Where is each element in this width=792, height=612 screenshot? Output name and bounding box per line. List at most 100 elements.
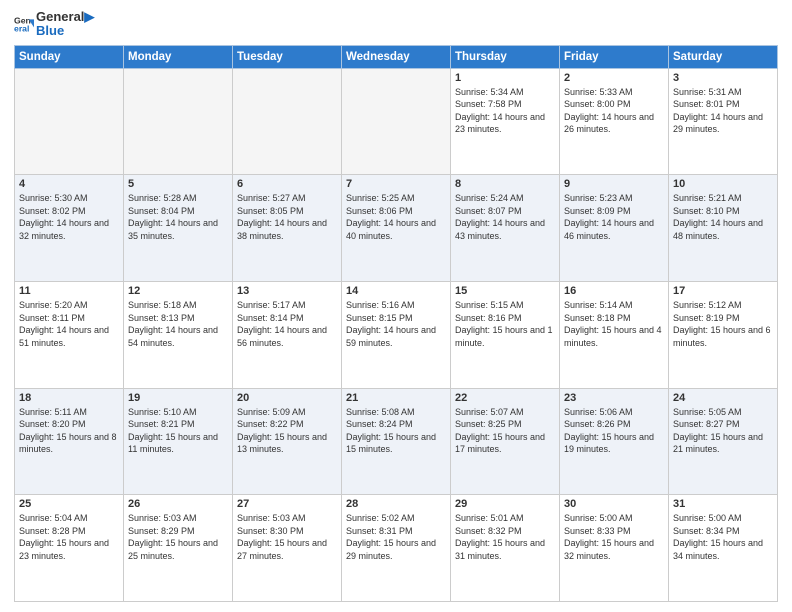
day-info: Sunrise: 5:31 AMSunset: 8:01 PMDaylight:… [673,86,773,136]
day-number: 24 [673,392,773,404]
day-info: Sunrise: 5:30 AMSunset: 8:02 PMDaylight:… [19,192,119,242]
day-of-week-saturday: Saturday [669,45,778,68]
day-number: 27 [237,498,337,510]
header: Gen eral General▶ Blue [14,10,778,39]
day-of-week-monday: Monday [124,45,233,68]
header-row: SundayMondayTuesdayWednesdayThursdayFrid… [15,45,778,68]
day-cell: 24 Sunrise: 5:05 AMSunset: 8:27 PMDayligh… [669,388,778,495]
day-number: 2 [564,72,664,84]
day-info: Sunrise: 5:02 AMSunset: 8:31 PMDaylight:… [346,512,446,562]
day-cell: 9 Sunrise: 5:23 AMSunset: 8:09 PMDaylight… [560,175,669,282]
week-row-4: 18 Sunrise: 5:11 AMSunset: 8:20 PMDayligh… [15,388,778,495]
day-number: 4 [19,178,119,190]
day-info: Sunrise: 5:25 AMSunset: 8:06 PMDaylight:… [346,192,446,242]
day-cell: 11Sunrise: 5:20 AMSunset: 8:11 PMDayligh… [15,281,124,388]
day-info: Sunrise: 5:18 AMSunset: 8:13 PMDaylight:… [128,299,228,349]
day-info: Sunrise: 5:33 AMSunset: 8:00 PMDaylight:… [564,86,664,136]
day-number: 15 [455,285,555,297]
day-cell: 22Sunrise: 5:07 AMSunset: 8:25 PMDayligh… [451,388,560,495]
day-number: 13 [237,285,337,297]
day-cell: 12 Sunrise: 5:18 AMSunset: 8:13 PMDayligh… [124,281,233,388]
day-cell: 15 Sunrise: 5:15 AMSunset: 8:16 PMDayligh… [451,281,560,388]
day-number: 23 [564,392,664,404]
day-cell: 13 Sunrise: 5:17 AMSunset: 8:14 PMDayligh… [233,281,342,388]
day-number: 1 [455,72,555,84]
day-number: 18 [19,392,119,404]
calendar-body: 1 Sunrise: 5:34 AMSunset: 7:58 PMDaylight… [15,68,778,601]
day-cell: 29Sunrise: 5:01 AMSunset: 8:32 PMDayligh… [451,495,560,602]
day-cell: 25 Sunrise: 5:04 AMSunset: 8:28 PMDayligh… [15,495,124,602]
day-info: Sunrise: 5:28 AMSunset: 8:04 PMDaylight:… [128,192,228,242]
day-info: Sunrise: 5:15 AMSunset: 8:16 PMDaylight:… [455,299,555,349]
svg-text:eral: eral [14,24,29,34]
day-number: 3 [673,72,773,84]
day-cell: 3 Sunrise: 5:31 AMSunset: 8:01 PMDaylight… [669,68,778,175]
day-number: 7 [346,178,446,190]
day-cell: 21 Sunrise: 5:08 AMSunset: 8:24 PMDayligh… [342,388,451,495]
day-number: 25 [19,498,119,510]
day-number: 29 [455,498,555,510]
week-row-1: 1 Sunrise: 5:34 AMSunset: 7:58 PMDaylight… [15,68,778,175]
day-number: 9 [564,178,664,190]
day-number: 14 [346,285,446,297]
day-cell: 28 Sunrise: 5:02 AMSunset: 8:31 PMDayligh… [342,495,451,602]
day-info: Sunrise: 5:03 AMSunset: 8:30 PMDaylight:… [237,512,337,562]
day-info: Sunrise: 5:14 AMSunset: 8:18 PMDaylight:… [564,299,664,349]
day-info: Sunrise: 5:11 AMSunset: 8:20 PMDaylight:… [19,406,119,456]
day-number: 20 [237,392,337,404]
day-of-week-thursday: Thursday [451,45,560,68]
day-cell: 10 Sunrise: 5:21 AMSunset: 8:10 PMDayligh… [669,175,778,282]
day-info: Sunrise: 5:10 AMSunset: 8:21 PMDaylight:… [128,406,228,456]
day-info: Sunrise: 5:23 AMSunset: 8:09 PMDaylight:… [564,192,664,242]
day-number: 26 [128,498,228,510]
logo-text: General▶ Blue [36,10,94,39]
day-info: Sunrise: 5:24 AMSunset: 8:07 PMDaylight:… [455,192,555,242]
day-cell [124,68,233,175]
day-info: Sunrise: 5:09 AMSunset: 8:22 PMDaylight:… [237,406,337,456]
day-cell: 7 Sunrise: 5:25 AMSunset: 8:06 PMDaylight… [342,175,451,282]
day-of-week-tuesday: Tuesday [233,45,342,68]
day-info: Sunrise: 5:27 AMSunset: 8:05 PMDaylight:… [237,192,337,242]
day-info: Sunrise: 5:17 AMSunset: 8:14 PMDaylight:… [237,299,337,349]
day-cell: 4 Sunrise: 5:30 AMSunset: 8:02 PMDaylight… [15,175,124,282]
page: Gen eral General▶ Blue SundayMondayTuesd… [0,0,792,612]
day-number: 30 [564,498,664,510]
day-cell: 26 Sunrise: 5:03 AMSunset: 8:29 PMDayligh… [124,495,233,602]
day-info: Sunrise: 5:03 AMSunset: 8:29 PMDaylight:… [128,512,228,562]
day-cell: 5 Sunrise: 5:28 AMSunset: 8:04 PMDaylight… [124,175,233,282]
day-number: 31 [673,498,773,510]
day-cell: 19Sunrise: 5:10 AMSunset: 8:21 PMDayligh… [124,388,233,495]
day-info: Sunrise: 5:00 AMSunset: 8:33 PMDaylight:… [564,512,664,562]
day-info: Sunrise: 5:12 AMSunset: 8:19 PMDaylight:… [673,299,773,349]
day-cell [15,68,124,175]
day-info: Sunrise: 5:08 AMSunset: 8:24 PMDaylight:… [346,406,446,456]
day-cell: 23Sunrise: 5:06 AMSunset: 8:26 PMDayligh… [560,388,669,495]
day-info: Sunrise: 5:21 AMSunset: 8:10 PMDaylight:… [673,192,773,242]
week-row-2: 4 Sunrise: 5:30 AMSunset: 8:02 PMDaylight… [15,175,778,282]
day-cell: 31Sunrise: 5:00 AMSunset: 8:34 PMDayligh… [669,495,778,602]
day-cell [233,68,342,175]
day-cell: 2 Sunrise: 5:33 AMSunset: 8:00 PMDaylight… [560,68,669,175]
week-row-3: 11Sunrise: 5:20 AMSunset: 8:11 PMDayligh… [15,281,778,388]
day-number: 28 [346,498,446,510]
day-number: 17 [673,285,773,297]
day-number: 10 [673,178,773,190]
day-number: 5 [128,178,228,190]
calendar-header: SundayMondayTuesdayWednesdayThursdayFrid… [15,45,778,68]
day-info: Sunrise: 5:05 AMSunset: 8:27 PMDaylight:… [673,406,773,456]
day-cell: 27 Sunrise: 5:03 AMSunset: 8:30 PMDayligh… [233,495,342,602]
calendar-table: SundayMondayTuesdayWednesdayThursdayFrid… [14,45,778,602]
logo-icon: Gen eral [14,14,34,34]
day-info: Sunrise: 5:34 AMSunset: 7:58 PMDaylight:… [455,86,555,136]
day-cell: 6Sunrise: 5:27 AMSunset: 8:05 PMDaylight… [233,175,342,282]
day-number: 12 [128,285,228,297]
day-info: Sunrise: 5:20 AMSunset: 8:11 PMDaylight:… [19,299,119,349]
day-number: 16 [564,285,664,297]
day-cell: 20 Sunrise: 5:09 AMSunset: 8:22 PMDayligh… [233,388,342,495]
day-cell: 1 Sunrise: 5:34 AMSunset: 7:58 PMDaylight… [451,68,560,175]
day-cell: 8Sunrise: 5:24 AMSunset: 8:07 PMDaylight… [451,175,560,282]
day-info: Sunrise: 5:04 AMSunset: 8:28 PMDaylight:… [19,512,119,562]
day-of-week-friday: Friday [560,45,669,68]
day-number: 21 [346,392,446,404]
day-number: 22 [455,392,555,404]
